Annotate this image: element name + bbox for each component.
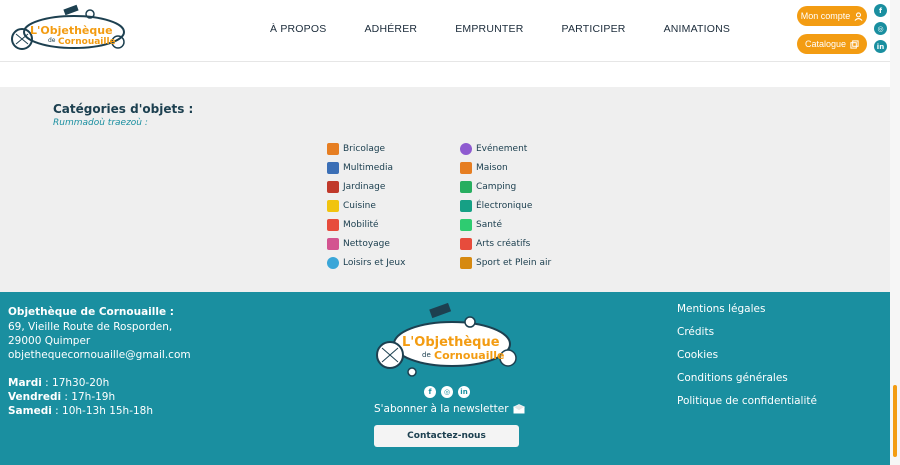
instagram-icon[interactable]: ◎ bbox=[874, 22, 887, 35]
scrollbar-thumb[interactable] bbox=[893, 385, 897, 457]
facebook-icon[interactable]: f bbox=[424, 386, 436, 398]
link-cookies[interactable]: Cookies bbox=[677, 344, 817, 367]
category-camping[interactable]: Camping bbox=[460, 177, 551, 196]
nav-animations[interactable]: ANIMATIONS bbox=[664, 23, 731, 35]
instagram-icon[interactable]: ◎ bbox=[441, 386, 453, 398]
svg-text:Cornouaille: Cornouaille bbox=[434, 349, 504, 362]
footer-email[interactable]: objethequecornouaille@gmail.com bbox=[8, 349, 191, 361]
header-social-links: f ◎ in bbox=[874, 4, 887, 53]
newsletter-link[interactable]: S'abonner à la newsletter bbox=[374, 403, 525, 415]
account-label: Mon compte bbox=[800, 11, 851, 21]
link-politique-confidentialite[interactable]: Politique de confidentialité bbox=[677, 389, 817, 412]
tent-icon bbox=[460, 180, 472, 193]
category-maison[interactable]: Maison bbox=[460, 158, 551, 177]
footer-links: Mentions légales Crédits Cookies Conditi… bbox=[677, 298, 817, 412]
category-evenement[interactable]: Evénement bbox=[460, 139, 551, 158]
footer-address-line2: 29000 Quimper bbox=[8, 335, 91, 347]
sport-icon bbox=[460, 257, 472, 270]
linkedin-icon[interactable]: in bbox=[874, 40, 887, 53]
catalogue-button[interactable]: Catalogue bbox=[797, 34, 867, 54]
health-cross-icon bbox=[460, 218, 472, 231]
svg-text:L'Objethèque: L'Objethèque bbox=[30, 24, 113, 37]
house-icon bbox=[460, 161, 472, 174]
link-credits[interactable]: Crédits bbox=[677, 321, 817, 344]
cleaning-icon bbox=[327, 238, 339, 251]
category-mobilite[interactable]: Mobilité bbox=[327, 215, 405, 234]
hours-tuesday: Mardi : 17h30-20h bbox=[8, 377, 110, 389]
mail-icon bbox=[512, 404, 525, 414]
category-multimedia[interactable]: Multimedia bbox=[327, 158, 405, 177]
category-electronique[interactable]: Électronique bbox=[460, 196, 551, 215]
site-logo[interactable]: L'Objethèque de Cornouaille bbox=[8, 4, 133, 56]
svg-text:de: de bbox=[422, 351, 431, 359]
link-mentions-legales[interactable]: Mentions légales bbox=[677, 298, 817, 321]
categories-column-1: Bricolage Multimedia Jardinage Cuisine M… bbox=[327, 139, 405, 273]
svg-text:de: de bbox=[48, 37, 56, 44]
category-bricolage[interactable]: Bricolage bbox=[327, 139, 405, 158]
newsletter-label: S'abonner à la newsletter bbox=[374, 403, 509, 415]
balloon-icon bbox=[460, 142, 472, 155]
site-footer: Objethèque de Cornouaille : 69, Vieille … bbox=[0, 292, 890, 465]
account-button[interactable]: Mon compte bbox=[797, 6, 867, 26]
footer-org-name: Objethèque de Cornouaille : bbox=[8, 306, 174, 318]
nav-a-propos[interactable]: À PROPOS bbox=[270, 23, 326, 35]
footer-logo[interactable]: L'Objethèque de Cornouaille bbox=[372, 300, 522, 382]
kitchen-icon bbox=[327, 199, 339, 212]
hours-friday: Vendredi : 17h-19h bbox=[8, 391, 116, 403]
footer-address-line1: 69, Vieille Route de Rosporden, bbox=[8, 321, 173, 333]
user-icon bbox=[854, 11, 863, 21]
page-scrollbar[interactable] bbox=[890, 0, 900, 465]
category-sport-plein-air[interactable]: Sport et Plein air bbox=[460, 254, 551, 273]
nav-participer[interactable]: PARTICIPER bbox=[562, 23, 626, 35]
nav-adherer[interactable]: ADHÉRER bbox=[364, 23, 417, 35]
facebook-icon[interactable]: f bbox=[874, 4, 887, 17]
category-nettoyage[interactable]: Nettoyage bbox=[327, 234, 405, 253]
categories-subtitle: Rummadoù traezoù : bbox=[53, 118, 148, 128]
category-loisirs-jeux[interactable]: Loisirs et Jeux bbox=[327, 254, 405, 273]
multimedia-icon bbox=[327, 161, 339, 174]
categories-column-2: Evénement Maison Camping Électronique Sa… bbox=[460, 139, 551, 273]
category-cuisine[interactable]: Cuisine bbox=[327, 196, 405, 215]
categories-section: Catégories d'objets : Rummadoù traezoù :… bbox=[0, 87, 890, 292]
circuit-icon bbox=[460, 199, 472, 212]
hours-saturday: Samedi : 10h-13h 15h-18h bbox=[8, 405, 154, 417]
ball-icon bbox=[327, 257, 339, 270]
categories-title: Catégories d'objets : bbox=[53, 102, 194, 116]
nav-emprunter[interactable]: EMPRUNTER bbox=[455, 23, 523, 35]
svg-text:Cornouaille: Cornouaille bbox=[58, 37, 116, 47]
contact-button[interactable]: Contactez-nous bbox=[374, 425, 519, 447]
bike-icon bbox=[327, 218, 339, 231]
category-sante[interactable]: Santé bbox=[460, 215, 551, 234]
svg-text:L'Objethèque: L'Objethèque bbox=[402, 335, 500, 350]
main-nav: À PROPOS ADHÉRER EMPRUNTER PARTICIPER AN… bbox=[270, 23, 730, 35]
linkedin-icon[interactable]: in bbox=[458, 386, 470, 398]
category-arts-creatifs[interactable]: Arts créatifs bbox=[460, 234, 551, 253]
link-conditions-generales[interactable]: Conditions générales bbox=[677, 366, 817, 389]
catalogue-label: Catalogue bbox=[804, 39, 847, 49]
toolbox-icon bbox=[327, 142, 339, 155]
site-header: L'Objethèque de Cornouaille À PROPOS ADH… bbox=[0, 0, 900, 62]
garden-icon bbox=[327, 180, 339, 193]
paint-icon bbox=[460, 238, 472, 251]
copy-icon bbox=[850, 39, 859, 49]
footer-social-links: f ◎ in bbox=[424, 386, 470, 398]
category-jardinage[interactable]: Jardinage bbox=[327, 177, 405, 196]
